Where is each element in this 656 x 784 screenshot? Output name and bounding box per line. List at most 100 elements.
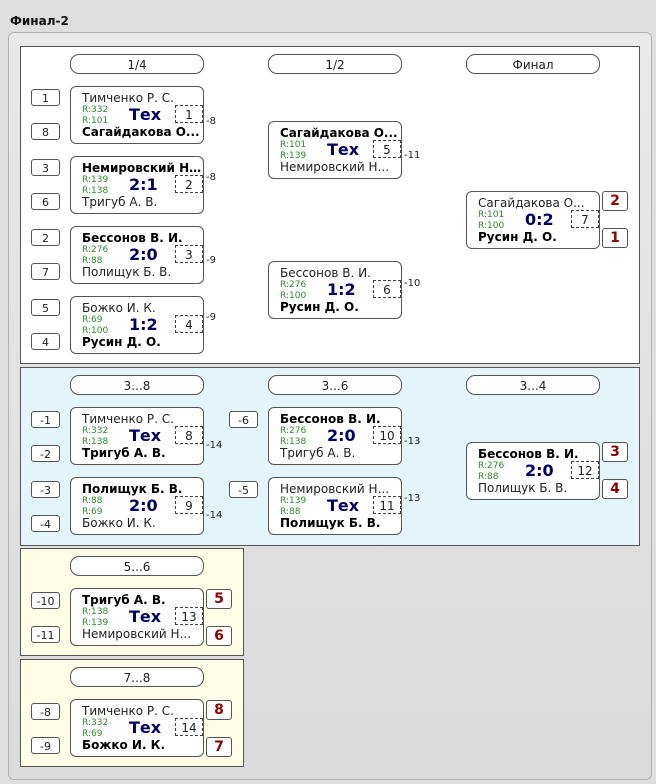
- seed-box: 6: [31, 193, 60, 210]
- seed-box: -11: [31, 626, 60, 643]
- seed-box: -10: [31, 592, 60, 609]
- match-card[interactable]: Божко И. К. R:69 R:100 1:2 4 Русин Д. О.: [70, 296, 204, 354]
- match-card[interactable]: Бессонов В. И. R:276 R:88 2:0 3 Полищук Б. В.: [70, 226, 204, 284]
- match-card[interactable]: Тимченко Р. С. R:332 R:101 Тех 1 Сагайдакова …: [70, 86, 204, 144]
- player-top-rating: R:139: [82, 175, 109, 185]
- match-card[interactable]: Тимченко Р. С. R:332 R:138 Тех 8 Тригуб А. В.: [70, 407, 204, 465]
- match-score: 2:0: [525, 461, 554, 480]
- player-top-name: Бессонов В. И.: [280, 412, 381, 426]
- player-top-name: Тригуб А. В.: [82, 593, 166, 607]
- match-number: 3: [175, 245, 203, 263]
- loser-link-label: -13: [404, 493, 421, 504]
- match-score: Тех: [129, 426, 162, 445]
- loser-link-label: -8: [206, 172, 216, 183]
- match-number: 9: [175, 496, 203, 514]
- match-score: 1:2: [327, 280, 356, 299]
- player-top-rating: R:139: [280, 496, 307, 506]
- place-box: 8: [206, 700, 232, 720]
- player-bottom-name: Тригуб А. В.: [82, 446, 166, 460]
- player-top-name: Полищук Б. В.: [82, 482, 183, 496]
- round-header-quarterfinal: 1/4: [70, 54, 204, 74]
- player-top-name: Немировский Н...: [280, 482, 390, 496]
- match-card[interactable]: Немировский Н... R:139 R:88 Тех 11 Полищук Б.…: [268, 477, 402, 535]
- player-top-rating: R:276: [280, 280, 307, 290]
- round-header-3-6: 3...6: [268, 375, 402, 395]
- player-bottom-name: Русин Д. О.: [280, 300, 359, 314]
- place-box: 2: [602, 191, 628, 211]
- loser-link-label: -8: [206, 116, 216, 127]
- match-number: 8: [175, 426, 203, 444]
- player-top-name: Сагайдакова О...: [478, 196, 585, 210]
- match-score: 2:0: [327, 426, 356, 445]
- match-score: 2:0: [129, 496, 158, 515]
- player-top-rating: R:276: [82, 245, 109, 255]
- player-top-rating: R:69: [82, 315, 103, 325]
- player-bottom-name: Сагайдакова О...: [82, 125, 200, 139]
- seed-box: 8: [31, 123, 60, 140]
- match-card[interactable]: Бессонов В. И. R:276 R:88 2:0 12 Полищук Б. В…: [466, 442, 600, 500]
- seed-box: 3: [31, 159, 60, 176]
- round-header-3-8: 3...8: [70, 375, 204, 395]
- match-number: 6: [373, 280, 401, 298]
- player-top-name: Бессонов В. И.: [280, 266, 371, 280]
- match-number: 4: [175, 315, 203, 333]
- loser-link-label: -14: [206, 510, 223, 521]
- round-header-semifinal: 1/2: [268, 54, 402, 74]
- player-bottom-name: Русин Д. О.: [478, 230, 557, 244]
- loser-link-label: -9: [206, 255, 216, 266]
- match-score: Тех: [129, 718, 162, 737]
- match-card[interactable]: Бессонов В. И. R:276 R:138 2:0 10 Тригуб А. В…: [268, 407, 402, 465]
- seed-box: 5: [31, 299, 60, 316]
- player-top-name: Тимченко Р. С.: [82, 412, 174, 426]
- player-bottom-name: Божко И. К.: [82, 516, 156, 530]
- seed-box: -6: [229, 411, 258, 428]
- match-score: 2:0: [129, 245, 158, 264]
- match-card[interactable]: Немировский Н... R:139 R:138 2:1 2 Тригуб А. …: [70, 156, 204, 214]
- place-box: 5: [206, 589, 232, 609]
- player-top-name: Бессонов В. И.: [478, 447, 579, 461]
- match-score: Тех: [129, 607, 162, 626]
- player-top-rating: R:332: [82, 718, 109, 728]
- match-score: Тех: [129, 105, 162, 124]
- match-card[interactable]: Тригуб А. В. R:138 R:139 Тех 13 Немировский Н…: [70, 588, 204, 646]
- player-bottom-name: Полищук Б. В.: [82, 265, 172, 279]
- round-header-final: Финал: [466, 54, 600, 74]
- seed-box: -8: [31, 703, 60, 720]
- match-number: 1: [175, 105, 203, 123]
- player-bottom-name: Немировский Н...: [280, 160, 390, 174]
- player-top-rating: R:332: [82, 105, 109, 115]
- player-top-rating: R:101: [478, 210, 505, 220]
- match-card[interactable]: Бессонов В. И. R:276 R:100 1:2 6 Русин Д. О.: [268, 261, 402, 319]
- player-bottom-name: Полищук Б. В.: [478, 481, 568, 495]
- place-box: 1: [602, 228, 628, 248]
- seed-box: -1: [31, 411, 60, 428]
- round-header-5-6: 5...6: [70, 556, 204, 576]
- seed-box: 1: [31, 89, 60, 106]
- match-card[interactable]: Сагайдакова О... R:101 R:100 0:2 7 Русин Д. О…: [466, 191, 600, 249]
- match-number: 11: [373, 496, 401, 514]
- player-top-rating: R:332: [82, 426, 109, 436]
- seed-box: 2: [31, 229, 60, 246]
- player-top-rating: R:276: [478, 461, 505, 471]
- match-score: 1:2: [129, 315, 158, 334]
- match-card[interactable]: Полищук Б. В. R:88 R:69 2:0 9 Божко И. К.: [70, 477, 204, 535]
- match-number: 2: [175, 175, 203, 193]
- loser-link-label: -9: [206, 312, 216, 323]
- place-box: 3: [602, 442, 628, 462]
- player-bottom-name: Немировский Н...: [82, 627, 192, 641]
- player-top-rating: R:138: [82, 607, 109, 617]
- player-top-name: Сагайдакова О...: [280, 126, 398, 140]
- player-top-rating: R:101: [280, 140, 307, 150]
- round-header-3-4: 3...4: [466, 375, 600, 395]
- match-card[interactable]: Сагайдакова О... R:101 R:139 Тех 5 Немировски…: [268, 121, 402, 179]
- seed-box: -9: [31, 737, 60, 754]
- match-score: Тех: [327, 496, 360, 515]
- seed-box: 7: [31, 263, 60, 280]
- match-score: Тех: [327, 140, 360, 159]
- match-card[interactable]: Тимченко Р. С. R:332 R:69 Тех 14 Божко И. К.: [70, 699, 204, 757]
- match-number: 14: [175, 718, 203, 736]
- place-box: 7: [206, 737, 232, 757]
- player-top-name: Немировский Н...: [82, 161, 202, 175]
- seed-box: -4: [31, 515, 60, 532]
- match-number: 7: [571, 210, 599, 228]
